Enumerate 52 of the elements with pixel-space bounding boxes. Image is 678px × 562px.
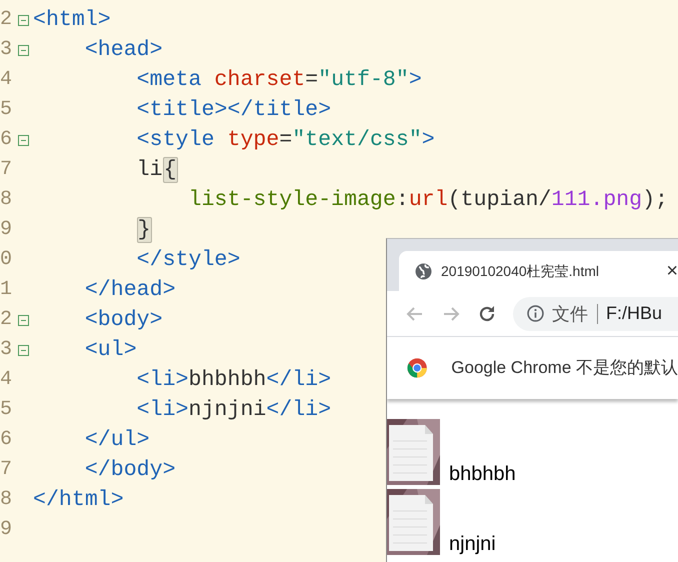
- code-line: <head>: [84, 37, 163, 63]
- line-number: 7: [0, 457, 14, 483]
- close-button[interactable]: ×: [666, 261, 678, 281]
- line-number: 4: [0, 67, 14, 93]
- reload-button[interactable]: [477, 304, 497, 324]
- code-line: list-style-image:url(tupian/111.png);: [188, 187, 668, 213]
- info-icon[interactable]: [527, 305, 544, 322]
- collapse-icon[interactable]: [18, 314, 29, 326]
- line-number: 6: [0, 427, 14, 453]
- code-line: </head>: [84, 277, 176, 303]
- line-number: 1: [0, 277, 14, 303]
- infobar-message: Google Chrome 不是您的默认: [451, 357, 678, 380]
- code-line: </ul>: [84, 427, 150, 453]
- line-number: 2: [0, 7, 14, 33]
- tab-title: 20190102040杜宪莹.html: [441, 262, 599, 280]
- collapse-icon[interactable]: [18, 344, 29, 356]
- address-bar[interactable]: 文件 F:/HBu: [513, 296, 678, 330]
- code-line: </style>: [136, 247, 240, 273]
- line-number: 3: [0, 337, 14, 363]
- code-line: <html>: [33, 7, 111, 33]
- code-line: <li>njnjni</li>: [136, 397, 332, 423]
- browser-tab[interactable]: 20190102040杜宪莹.html ×: [399, 251, 678, 291]
- url-text: F:/HBu: [606, 302, 662, 325]
- line-number: 9: [0, 217, 14, 243]
- line-number: 8: [0, 187, 14, 213]
- code-line: <ul>: [84, 337, 137, 363]
- code-line: </html>: [33, 487, 124, 513]
- line-number: 4: [0, 367, 14, 393]
- code-line: <meta charset="utf-8">: [136, 67, 422, 93]
- collapse-icon[interactable]: [18, 44, 29, 56]
- code-line: <style type="text/css">: [136, 127, 435, 153]
- line-number: 2: [0, 307, 14, 333]
- line-number: 8: [0, 487, 14, 513]
- code-line: li{: [136, 157, 178, 183]
- list-item-text: bhbhbh: [449, 463, 516, 485]
- url-scheme: 文件: [552, 304, 598, 324]
- code-line: <li>bhbhbh</li>: [136, 367, 332, 393]
- list-item-text: njnjni: [449, 533, 496, 555]
- line-number: 0: [0, 247, 14, 273]
- globe-icon: [415, 262, 432, 280]
- line-number: 5: [0, 97, 14, 123]
- collapse-icon[interactable]: [18, 134, 29, 146]
- chrome-logo-icon: [407, 357, 428, 379]
- line-number: 6: [0, 127, 14, 153]
- line-number: 3: [0, 37, 14, 63]
- line-number: 7: [0, 157, 14, 183]
- collapse-icon[interactable]: [18, 14, 29, 26]
- line-number: 9: [0, 517, 14, 543]
- code-line: </body>: [84, 457, 176, 483]
- code-line: <body>: [84, 307, 163, 333]
- line-number: 5: [0, 397, 14, 423]
- code-line: <title></title>: [136, 97, 332, 123]
